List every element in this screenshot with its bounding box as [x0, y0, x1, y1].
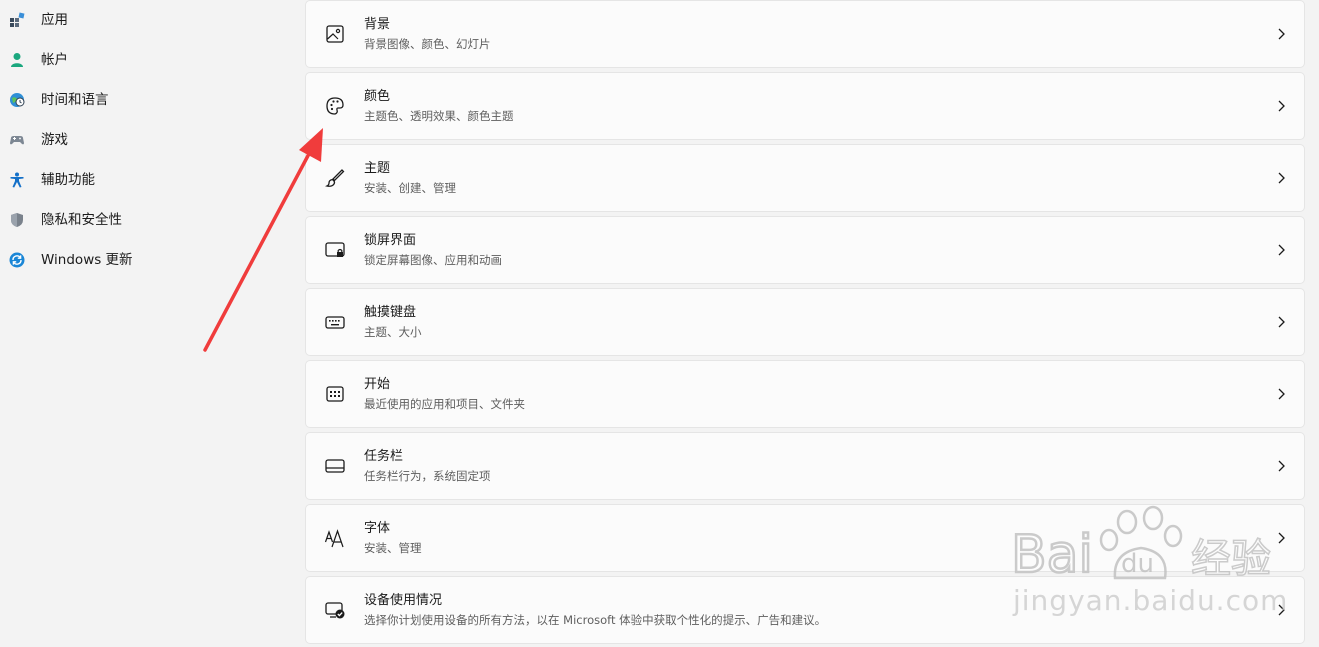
- image-icon: [324, 23, 346, 45]
- accessibility-icon: [9, 172, 25, 188]
- card-title: 字体: [364, 521, 391, 536]
- sidebar-item-label: 应用: [41, 12, 68, 28]
- card-subtitle: 最近使用的应用和项目、文件夹: [364, 397, 525, 411]
- settings-card-start[interactable]: 开始 最近使用的应用和项目、文件夹: [305, 360, 1305, 428]
- card-title: 设备使用情况: [364, 593, 443, 608]
- sidebar-item-label: Windows 更新: [41, 252, 133, 268]
- sidebar-item-label: 时间和语言: [41, 92, 109, 108]
- time-language-icon: [9, 92, 25, 108]
- chevron-right-icon: [1276, 243, 1286, 257]
- card-subtitle: 安装、管理: [364, 541, 422, 555]
- card-title: 开始: [364, 377, 391, 392]
- start-menu-icon: [324, 383, 346, 405]
- chevron-right-icon: [1276, 315, 1286, 329]
- card-title: 背景: [364, 17, 391, 32]
- card-subtitle: 主题色、透明效果、颜色主题: [364, 109, 514, 123]
- settings-card-fonts[interactable]: 字体 安装、管理: [305, 504, 1305, 572]
- chevron-right-icon: [1276, 27, 1286, 41]
- sidebar-item-apps[interactable]: 应用: [0, 2, 290, 38]
- settings-card-colors[interactable]: 颜色 主题色、透明效果、颜色主题: [305, 72, 1305, 140]
- chevron-right-icon: [1276, 603, 1286, 617]
- sidebar-item-accessibility[interactable]: 辅助功能: [0, 162, 290, 198]
- privacy-shield-icon: [9, 212, 25, 228]
- account-icon: [9, 52, 25, 68]
- settings-card-background[interactable]: 背景 背景图像、颜色、幻灯片: [305, 0, 1305, 68]
- gaming-icon: [9, 132, 25, 148]
- chevron-right-icon: [1276, 171, 1286, 185]
- navigation-sidebar: 应用 帐户 时间和语言 游戏 辅助功能 隐私和安全性 Windows 更新: [0, 0, 300, 647]
- sidebar-item-label: 隐私和安全性: [41, 212, 122, 228]
- settings-card-themes[interactable]: 主题 安装、创建、管理: [305, 144, 1305, 212]
- chevron-right-icon: [1276, 99, 1286, 113]
- card-title: 主题: [364, 161, 391, 176]
- fonts-icon: [324, 527, 346, 549]
- windows-update-icon: [9, 252, 25, 268]
- chevron-right-icon: [1276, 459, 1286, 473]
- settings-card-touch-keyboard[interactable]: 触摸键盘 主题、大小: [305, 288, 1305, 356]
- card-subtitle: 选择你计划使用设备的所有方法，以在 Microsoft 体验中获取个性化的提示、…: [364, 613, 827, 627]
- apps-icon: [9, 12, 25, 28]
- card-subtitle: 背景图像、颜色、幻灯片: [364, 37, 491, 51]
- sidebar-item-label: 游戏: [41, 132, 68, 148]
- palette-icon: [324, 95, 346, 117]
- sidebar-item-gaming[interactable]: 游戏: [0, 122, 290, 158]
- sidebar-item-label: 辅助功能: [41, 172, 95, 188]
- card-title: 锁屏界面: [364, 233, 417, 248]
- card-subtitle: 安装、创建、管理: [364, 181, 456, 195]
- card-subtitle: 主题、大小: [364, 325, 422, 339]
- card-subtitle: 锁定屏幕图像、应用和动画: [364, 253, 502, 267]
- card-title: 触摸键盘: [364, 305, 417, 320]
- keyboard-icon: [324, 311, 346, 333]
- device-usage-icon: [324, 599, 346, 621]
- card-title: 任务栏: [364, 449, 404, 464]
- card-subtitle: 任务栏行为，系统固定项: [364, 469, 491, 483]
- chevron-right-icon: [1276, 387, 1286, 401]
- sidebar-item-label: 帐户: [41, 52, 68, 68]
- settings-card-lock-screen[interactable]: 锁屏界面 锁定屏幕图像、应用和动画: [305, 216, 1305, 284]
- settings-card-taskbar[interactable]: 任务栏 任务栏行为，系统固定项: [305, 432, 1305, 500]
- brush-icon: [324, 167, 346, 189]
- sidebar-item-accounts[interactable]: 帐户: [0, 42, 290, 78]
- taskbar-icon: [324, 455, 346, 477]
- sidebar-item-privacy[interactable]: 隐私和安全性: [0, 202, 290, 238]
- lock-screen-icon: [324, 239, 346, 261]
- chevron-right-icon: [1276, 531, 1286, 545]
- sidebar-item-time-language[interactable]: 时间和语言: [0, 82, 290, 118]
- card-title: 颜色: [364, 89, 391, 104]
- settings-card-device-usage[interactable]: 设备使用情况 选择你计划使用设备的所有方法，以在 Microsoft 体验中获取…: [305, 576, 1305, 644]
- sidebar-item-windows-update[interactable]: Windows 更新: [0, 242, 290, 278]
